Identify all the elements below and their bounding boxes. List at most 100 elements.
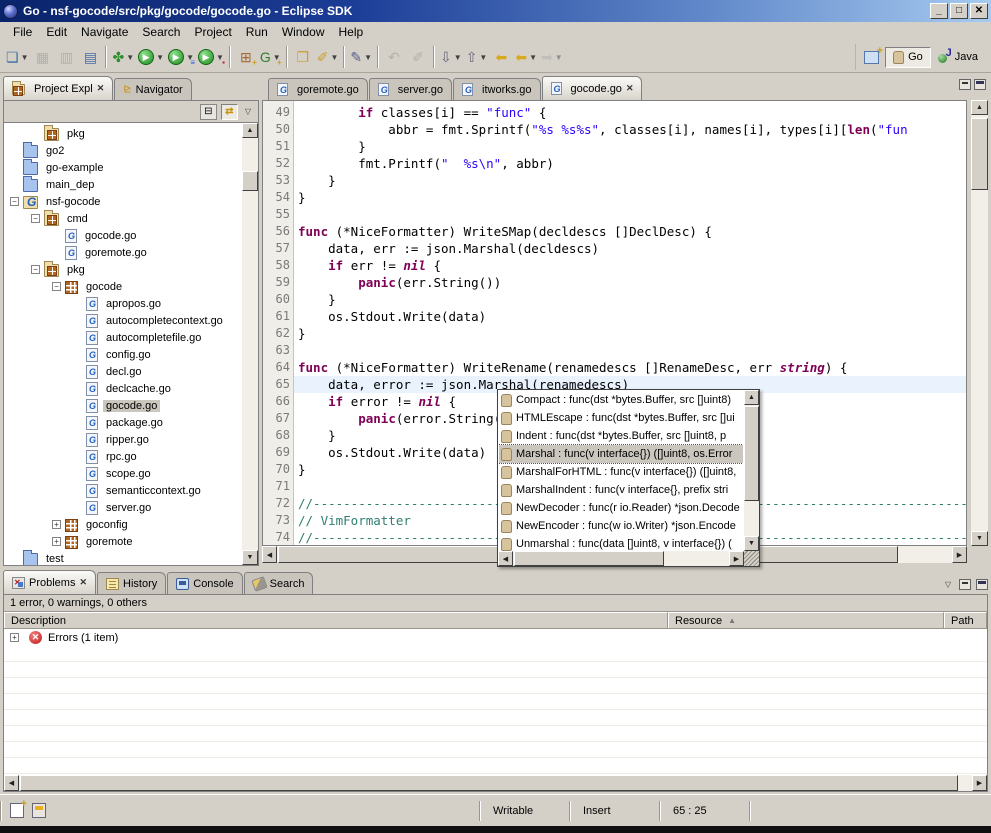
explorer-tab-navigator[interactable]: ⊵Navigator [114,78,191,100]
menu-search[interactable]: Search [135,23,187,41]
run-history-button[interactable]: ▶≡▼ [166,45,196,69]
external-tools-button[interactable]: ▶▪▼ [196,45,226,69]
go-perspective-button[interactable]: Go [885,47,931,68]
tree-item-goremote[interactable]: +goremote [4,533,242,550]
bottom-tab-problems[interactable]: Problems✕ [3,570,96,594]
fast-view-icon[interactable] [32,803,46,818]
menu-run[interactable]: Run [239,23,275,41]
collapse-icon[interactable]: − [31,265,40,274]
editor-tab-server-go[interactable]: server.go [369,78,452,100]
scrollbar-thumb[interactable] [971,118,988,190]
bottom-tab-console[interactable]: Console [167,572,242,594]
problems-horizontal-scrollbar[interactable]: ◀▶ [4,775,987,791]
scrollbar-thumb[interactable] [514,551,664,566]
popup-horizontal-scrollbar[interactable]: ◀▶ [498,551,744,566]
save-button[interactable]: ▦ [30,45,54,69]
completion-item-unmarshal[interactable]: Unmarshal : func(data []uint8, v interfa… [499,535,743,551]
scroll-right-button[interactable]: ▶ [972,775,987,791]
menu-help[interactable]: Help [332,23,371,41]
menu-edit[interactable]: Edit [39,23,74,41]
completion-item-marshal[interactable]: Marshal : func(v interface{}) ([]uint8, … [499,445,743,463]
collapse-all-button[interactable]: ⊟ [200,104,217,120]
bottom-tab-search[interactable]: Search [244,572,314,594]
print-button[interactable]: ▤ [78,45,102,69]
problems-group-row[interactable]: +✕Errors (1 item) [4,629,987,646]
explorer-view-menu-button[interactable]: ▽ [242,107,254,116]
tree-item-gocode-go[interactable]: gocode.go [4,227,242,244]
tree-item-autocompletefile-go[interactable]: autocompletefile.go [4,329,242,346]
new-go-element-button[interactable]: G+▼ [258,45,283,69]
tree-item-semanticcontext-go[interactable]: semanticcontext.go [4,482,242,499]
tree-item-decl-go[interactable]: decl.go [4,363,242,380]
tree-item-package-go[interactable]: package.go [4,414,242,431]
scroll-down-button[interactable]: ▼ [971,531,988,546]
scroll-up-button[interactable]: ▲ [242,123,258,138]
scroll-left-button[interactable]: ◀ [498,551,513,566]
scrollbar-thumb[interactable] [20,775,958,791]
editor-tab-itworks-go[interactable]: itworks.go [453,78,541,100]
menu-project[interactable]: Project [187,23,238,41]
scroll-left-button[interactable]: ◀ [4,775,19,791]
tree-item-apropos-go[interactable]: apropos.go [4,295,242,312]
close-button[interactable]: ✕ [970,3,988,19]
java-perspective-button[interactable]: Java [931,48,985,67]
fast-view-new-icon[interactable] [10,803,24,818]
new-wizard-button[interactable]: ❏▼ [4,45,30,69]
tree-item-gocode[interactable]: −gocode [4,278,242,295]
scroll-up-button[interactable]: ▲ [744,390,759,405]
debug-button[interactable]: ✤▼ [110,45,136,69]
completion-item-htmlescape[interactable]: HTMLEscape : func(dst *bytes.Buffer, src… [499,409,743,427]
expand-icon[interactable]: + [52,520,61,529]
new-go-package-button[interactable]: ⊞+ [234,45,258,69]
close-icon[interactable]: ✕ [626,83,634,94]
tree-item-cmd[interactable]: −cmd [4,210,242,227]
tree-item-ripper-go[interactable]: ripper.go [4,431,242,448]
editor-tab-goremote-go[interactable]: goremote.go [268,78,368,100]
explorer-scrollbar[interactable]: ▲▼ [242,123,258,565]
editor-minimize-button[interactable] [959,79,971,90]
tree-item-scope-go[interactable]: scope.go [4,465,242,482]
bottom-tab-history[interactable]: History [97,572,166,594]
menu-file[interactable]: File [6,23,39,41]
collapse-icon[interactable]: − [52,282,61,291]
completion-item-compact[interactable]: Compact : func(dst *bytes.Buffer, src []… [499,391,743,409]
problems-view-menu-button[interactable]: ▽ [942,580,954,589]
expand-icon[interactable]: + [52,537,61,546]
tree-item-gocode-go[interactable]: gocode.go [4,397,242,414]
collapse-icon[interactable]: − [31,214,40,223]
open-go-element-button[interactable]: ❐ [291,45,315,69]
column-header-resource[interactable]: Resource▲ [668,612,944,628]
explorer-tab-project-expl[interactable]: Project Expl✕ [3,76,113,100]
editor-vertical-scrollbar[interactable]: ▲▼ [971,100,988,546]
maximize-button[interactable]: □ [950,3,968,19]
completion-item-marshalforhtml[interactable]: MarshalForHTML : func(v interface{}) ([]… [499,463,743,481]
forward-button[interactable]: ➡▼ [539,45,565,69]
scroll-right-button[interactable]: ▶ [952,546,967,563]
menu-navigate[interactable]: Navigate [74,23,135,41]
back-button[interactable]: ⬅▼ [513,45,539,69]
completion-item-indent[interactable]: Indent : func(dst *bytes.Buffer, src []u… [499,427,743,445]
close-icon[interactable]: ✕ [79,577,87,588]
tree-item-config-go[interactable]: config.go [4,346,242,363]
run-button[interactable]: ▶▼ [136,45,166,69]
open-perspective-icon[interactable] [864,51,879,64]
menu-window[interactable]: Window [275,23,332,41]
next-annotation-button[interactable]: ⇩▼ [438,45,464,69]
editor-maximize-button[interactable] [974,79,986,90]
completion-item-newdecoder[interactable]: NewDecoder : func(r io.Reader) *json.Dec… [499,499,743,517]
tree-item-goremote-go[interactable]: goremote.go [4,244,242,261]
scroll-right-button[interactable]: ▶ [729,551,744,566]
redo-edit-button[interactable]: ✐ [406,45,430,69]
scroll-down-button[interactable]: ▼ [744,536,759,551]
tree-item-go2[interactable]: go2 [4,142,242,159]
scrollbar-thumb[interactable] [744,406,759,501]
link-with-editor-button[interactable]: ⇄ [221,104,238,120]
expand-icon[interactable]: + [10,633,19,642]
completion-item-newencoder[interactable]: NewEncoder : func(w io.Writer) *json.Enc… [499,517,743,535]
save-all-button[interactable]: ▥ [54,45,78,69]
problems-minimize-button[interactable] [959,579,971,590]
scroll-left-button[interactable]: ◀ [262,546,277,563]
column-header-description[interactable]: Description [4,612,668,628]
tree-item-go-example[interactable]: go-example [4,159,242,176]
tree-item-main-dep[interactable]: main_dep [4,176,242,193]
